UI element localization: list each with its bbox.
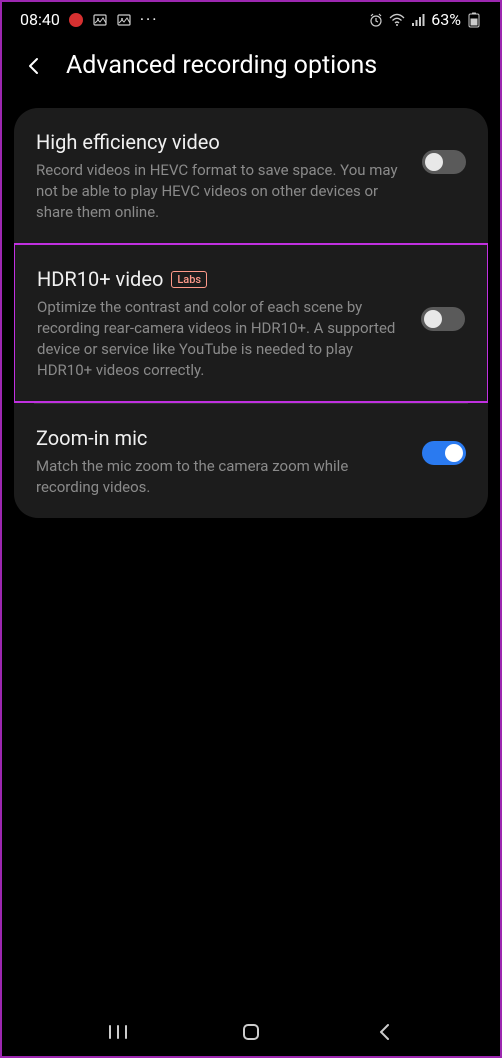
setting-description: Optimize the contrast and color of each … (37, 297, 409, 381)
toggle-high-efficiency[interactable] (422, 150, 466, 174)
app-icon-1 (68, 12, 84, 28)
back-button[interactable] (22, 54, 46, 78)
toggle-hdr10[interactable] (421, 307, 465, 331)
setting-high-efficiency-video[interactable]: High efficiency video Record videos in H… (14, 108, 488, 243)
nav-recents[interactable] (104, 1018, 132, 1046)
wifi-icon (389, 12, 405, 28)
battery-icon (466, 12, 482, 28)
setting-content: High efficiency video Record videos in H… (36, 130, 422, 223)
status-time: 08:40 (20, 10, 60, 29)
labs-badge: Labs (171, 271, 207, 288)
setting-title: Zoom-in mic (36, 426, 410, 450)
page-title: Advanced recording options (66, 51, 377, 80)
setting-zoom-in-mic[interactable]: Zoom-in mic Match the mic zoom to the ca… (14, 404, 488, 518)
setting-hdr10-video[interactable]: HDR10+ video Labs Optimize the contrast … (14, 243, 488, 403)
status-left: 08:40 ··· (20, 10, 158, 29)
signal-icon (410, 12, 426, 28)
setting-title: HDR10+ video Labs (37, 267, 409, 291)
nav-home[interactable] (237, 1018, 265, 1046)
setting-title: High efficiency video (36, 130, 410, 154)
header: Advanced recording options (2, 33, 500, 100)
setting-description: Record videos in HEVC format to save spa… (36, 160, 410, 223)
more-icon: ··· (140, 10, 159, 29)
setting-description: Match the mic zoom to the camera zoom wh… (36, 456, 410, 498)
setting-content: Zoom-in mic Match the mic zoom to the ca… (36, 426, 422, 498)
battery-text: 63% (431, 10, 461, 29)
alarm-icon (368, 12, 384, 28)
settings-panel: High efficiency video Record videos in H… (14, 108, 488, 518)
status-right: 63% (368, 10, 482, 29)
nav-bar (2, 1008, 500, 1056)
picture-icon (92, 12, 108, 28)
status-bar: 08:40 ··· 63% (2, 2, 500, 33)
toggle-zoom-mic[interactable] (422, 441, 466, 465)
picture-icon-2 (116, 12, 132, 28)
nav-back[interactable] (370, 1018, 398, 1046)
setting-content: HDR10+ video Labs Optimize the contrast … (37, 267, 421, 381)
